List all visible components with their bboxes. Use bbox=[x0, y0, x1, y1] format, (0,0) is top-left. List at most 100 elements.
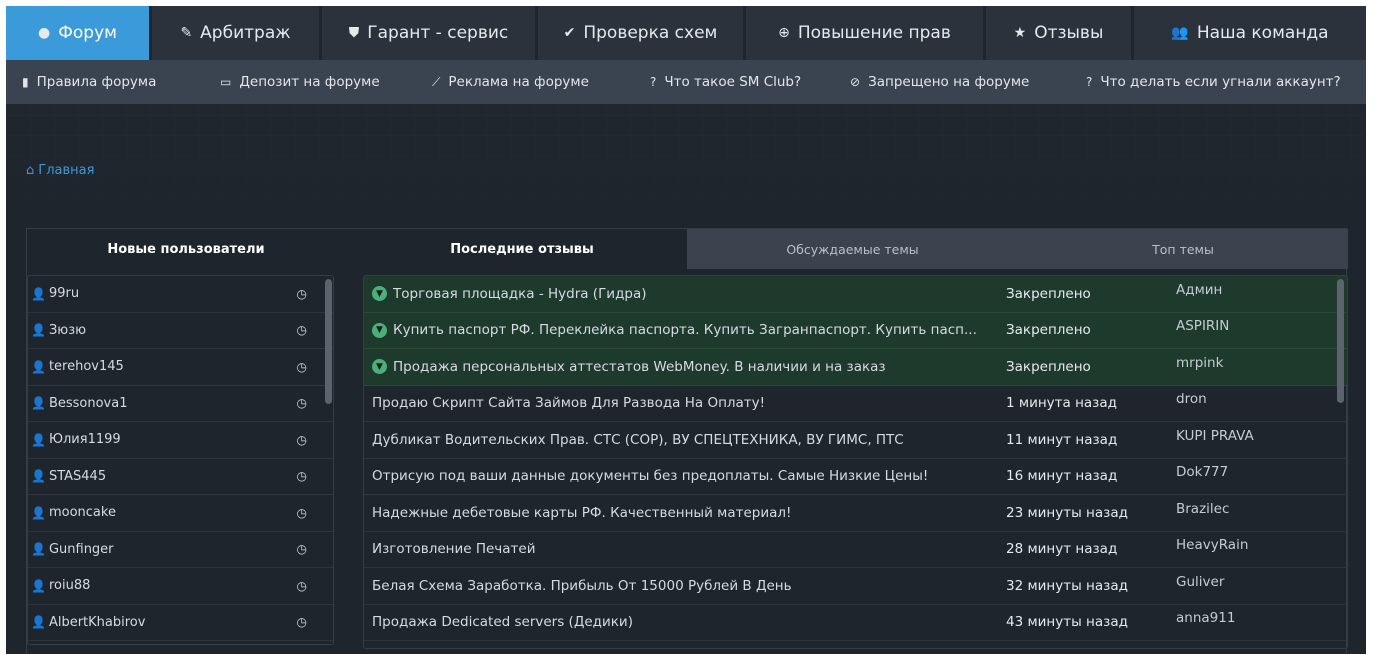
topic-title[interactable]: Изготовление Печатей bbox=[372, 541, 536, 557]
topic-author[interactable]: KUPI PRAVA bbox=[1176, 428, 1326, 444]
user-row[interactable]: 👤 Bessonova1 ◷ bbox=[28, 386, 333, 422]
tab-our-team[interactable]: 👥 Наша команда bbox=[1134, 6, 1366, 60]
subnav-what-is-sm-club[interactable]: ? Что такое SM Club? bbox=[650, 74, 850, 90]
tab-scheme-check[interactable]: ✔ Проверка схем bbox=[538, 6, 746, 60]
topic-row[interactable]: Продажа Dedicated servers (Дедики) 43 мин… bbox=[364, 605, 1347, 641]
topics-list[interactable]: ▼ Торговая площадка - Hydra (Гидра) Закреп… bbox=[363, 275, 1348, 649]
topic-author[interactable]: ASPIRIN bbox=[1176, 318, 1326, 334]
topic-author[interactable]: Brazilec bbox=[1176, 501, 1326, 517]
user-icon: 👤 bbox=[31, 615, 46, 630]
tab-reviews[interactable]: ★ Отзывы bbox=[986, 6, 1134, 60]
users-scrollbar[interactable] bbox=[325, 279, 332, 404]
user-name[interactable]: AlbertKhabirov bbox=[49, 615, 146, 630]
topic-row[interactable]: Изготовление Печатей 28 минут назад HeavyR… bbox=[364, 532, 1347, 568]
topic-title[interactable]: Продажа персональных аттестатов WebMoney… bbox=[393, 359, 886, 375]
topic-row[interactable]: Надежные дебетовые карты РФ. Качественны… bbox=[364, 495, 1347, 532]
clock-icon[interactable]: ◷ bbox=[297, 469, 307, 483]
clock-icon[interactable]: ◷ bbox=[297, 433, 307, 447]
topic-author[interactable]: anna911 bbox=[1176, 610, 1326, 626]
topic-title[interactable]: Продаю Скрипт Сайта Займов Для Развода Н… bbox=[372, 395, 765, 411]
tab-label: Повышение прав bbox=[797, 23, 951, 43]
user-name[interactable]: Bessonova1 bbox=[49, 396, 128, 411]
topic-row[interactable]: ▼ Торговая площадка - Hydra (Гидра) Закреп… bbox=[364, 276, 1347, 313]
topic-row[interactable]: ▼ Купить паспорт РФ. Переклейка паспорта.… bbox=[364, 312, 1347, 349]
topic-title[interactable]: Белая Схема Заработка. Прибыль От 15000 … bbox=[372, 578, 792, 594]
user-name[interactable]: 99ru bbox=[49, 286, 79, 301]
tab-forum[interactable]: ● Форум bbox=[6, 6, 152, 60]
tab-latest-reviews[interactable]: Последние отзывы bbox=[357, 229, 687, 269]
subnav-forum-deposit[interactable]: ▭ Депозит на форуме bbox=[220, 74, 432, 90]
user-row[interactable]: 👤 roiu88 ◷ bbox=[28, 568, 333, 605]
user-row[interactable]: 👤 Gunfinger ◷ bbox=[28, 532, 333, 568]
topic-row[interactable]: Дубликат Водительских Прав. СТС (СОР), В… bbox=[364, 422, 1347, 459]
line-chart-icon: ⟋ bbox=[432, 74, 441, 89]
breadcrumb-home: Главная bbox=[38, 163, 95, 178]
user-row[interactable]: 👤 STAS445 ◷ bbox=[28, 459, 333, 495]
user-icon: 👤 bbox=[31, 542, 46, 557]
tab-discussed-topics[interactable]: Обсуждаемые темы bbox=[687, 229, 1018, 269]
subnav-forum-rules[interactable]: ▮ Правила форума bbox=[22, 74, 220, 90]
clock-icon[interactable]: ◷ bbox=[297, 506, 307, 520]
user-name[interactable]: roiu88 bbox=[49, 578, 90, 593]
clock-icon[interactable]: ◷ bbox=[297, 542, 307, 556]
topic-title-wrap: Дубликат Водительских Прав. СТС (СОР), В… bbox=[364, 432, 1004, 448]
tab-top-topics[interactable]: Топ темы bbox=[1018, 229, 1348, 269]
ban-icon: ⊘ bbox=[850, 75, 861, 89]
user-name-wrap: 👤 Зюзю bbox=[31, 323, 86, 338]
clock-icon[interactable]: ◷ bbox=[297, 360, 307, 374]
clock-icon[interactable]: ◷ bbox=[297, 287, 307, 301]
user-name[interactable]: terehov145 bbox=[49, 359, 124, 374]
tab-guarantee-service[interactable]: ⛊ Гарант - сервис bbox=[322, 6, 538, 60]
user-name[interactable]: Юлия1199 bbox=[49, 432, 121, 447]
topic-row[interactable]: ▼ Продажа персональных аттестатов WebMone… bbox=[364, 349, 1347, 386]
topic-title[interactable]: Купить паспорт РФ. Переклейка паспорта. … bbox=[393, 322, 977, 338]
user-name[interactable]: Gunfinger bbox=[49, 542, 114, 557]
topic-author[interactable]: Guliver bbox=[1176, 574, 1326, 590]
clock-icon[interactable]: ◷ bbox=[297, 396, 307, 410]
subnav-label: Правила форума bbox=[36, 74, 157, 90]
topic-author[interactable]: HeavyRain bbox=[1176, 537, 1326, 553]
main-nav: ● Форум ✎ Арбитраж ⛊ Гарант - сервис ✔ П… bbox=[6, 6, 1366, 60]
subnav-forbidden[interactable]: ⊘ Запрещено на форуме bbox=[850, 74, 1086, 90]
topics-scrollbar[interactable] bbox=[1337, 279, 1344, 403]
breadcrumb[interactable]: ⌂ Главная bbox=[26, 163, 94, 178]
topic-title[interactable]: Надежные дебетовые карты РФ. Качественны… bbox=[372, 505, 791, 521]
clock-icon[interactable]: ◷ bbox=[297, 579, 307, 593]
user-row[interactable]: 👤 99ru ◷ bbox=[28, 276, 333, 313]
topic-row[interactable]: Продаю Скрипт Сайта Займов Для Развода Н… bbox=[364, 386, 1347, 422]
subnav-label: Депозит на форуме bbox=[239, 74, 380, 90]
tab-rights-upgrade[interactable]: ⊕ Повышение прав bbox=[746, 6, 986, 60]
subnav-label: Реклама на форуме bbox=[448, 74, 589, 90]
new-users-list[interactable]: 👤 99ru ◷ 👤 Зюзю ◷ 👤 terehov145 ◷ 👤 Bessonova1 ◷ 👤 Юли… bbox=[27, 275, 334, 645]
user-row[interactable]: 👤 Юлия1199 ◷ bbox=[28, 422, 333, 459]
topic-row[interactable]: Отрисую под ваши данные документы без пр… bbox=[364, 459, 1347, 495]
topic-author[interactable]: Dok777 bbox=[1176, 464, 1326, 480]
user-name-wrap: 👤 mooncake bbox=[31, 505, 116, 520]
user-name[interactable]: Зюзю bbox=[49, 323, 86, 338]
topic-title-wrap: ▼ Продажа персональных аттестатов WebMone… bbox=[364, 359, 1004, 375]
tab-arbitration[interactable]: ✎ Арбитраж bbox=[152, 6, 322, 60]
subnav-forum-ads[interactable]: ⟋ Реклама на форуме bbox=[432, 74, 650, 90]
user-row[interactable]: 👤 mooncake ◷ bbox=[28, 495, 333, 532]
topic-author[interactable]: dron bbox=[1176, 391, 1326, 407]
user-icon: 👤 bbox=[31, 396, 46, 411]
topic-row[interactable]: Белая Схема Заработка. Прибыль От 15000 … bbox=[364, 568, 1347, 605]
pin-icon: ▼ bbox=[372, 286, 387, 302]
subnav-account-stolen[interactable]: ? Что делать если угнали аккаунт? bbox=[1086, 74, 1366, 90]
topic-title[interactable]: Продажа Dedicated servers (Дедики) bbox=[372, 614, 633, 630]
topic-title[interactable]: Дубликат Водительских Прав. СТС (СОР), В… bbox=[372, 432, 904, 448]
user-name[interactable]: STAS445 bbox=[49, 469, 106, 484]
user-row[interactable]: 👤 terehov145 ◷ bbox=[28, 349, 333, 386]
user-row[interactable]: 👤 Зюзю ◷ bbox=[28, 313, 333, 349]
user-row[interactable]: 👤 AlbertKhabirov ◷ bbox=[28, 605, 333, 641]
topic-title[interactable]: Отрисую под ваши данные документы без пр… bbox=[372, 468, 928, 484]
topic-author[interactable]: Админ bbox=[1176, 282, 1326, 298]
user-name[interactable]: mooncake bbox=[49, 505, 116, 520]
sub-nav: ▮ Правила форума ▭ Депозит на форуме ⟋ Р… bbox=[6, 60, 1366, 104]
topic-title-wrap: Продаю Скрипт Сайта Займов Для Развода Н… bbox=[364, 395, 1004, 411]
topic-title[interactable]: Торговая площадка - Hydra (Гидра) bbox=[393, 286, 647, 302]
topic-author[interactable]: mrpink bbox=[1176, 355, 1326, 371]
pin-icon: ▼ bbox=[372, 322, 387, 338]
clock-icon[interactable]: ◷ bbox=[297, 323, 307, 337]
clock-icon[interactable]: ◷ bbox=[297, 615, 307, 629]
